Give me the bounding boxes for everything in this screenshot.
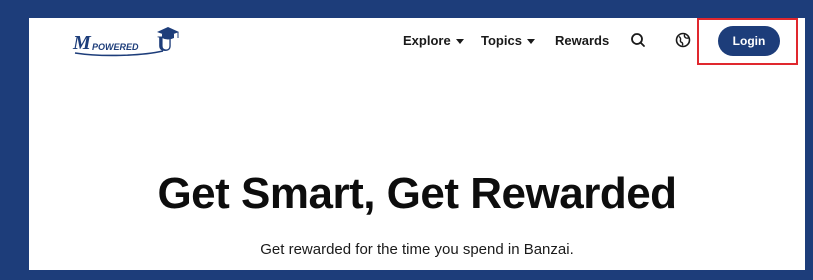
svg-text:M: M	[72, 32, 92, 54]
nav-explore-label: Explore	[403, 33, 451, 48]
nav-topics[interactable]: Topics	[481, 33, 535, 48]
page-content: M POWERED U Explore Topics Rewards Login…	[29, 18, 805, 270]
top-navbar: M POWERED U Explore Topics Rewards Login	[29, 18, 805, 66]
browser-frame: M POWERED U Explore Topics Rewards Login…	[0, 0, 813, 280]
nav-explore[interactable]: Explore	[403, 33, 464, 48]
hero-subtitle: Get rewarded for the time you spend in B…	[260, 241, 574, 258]
svg-text:POWERED: POWERED	[92, 42, 139, 52]
chevron-down-icon	[455, 39, 464, 44]
hero-title: Get Smart, Get Rewarded	[157, 169, 677, 218]
nav-topics-label: Topics	[481, 33, 522, 48]
login-button[interactable]: Login	[718, 26, 780, 56]
nav-rewards[interactable]: Rewards	[555, 33, 609, 48]
search-icon[interactable]	[629, 31, 647, 49]
globe-icon[interactable]	[674, 31, 692, 49]
nav-rewards-label: Rewards	[555, 33, 610, 48]
mpowered-u-logo[interactable]: M POWERED U	[71, 23, 191, 59]
chevron-down-icon	[526, 39, 535, 44]
